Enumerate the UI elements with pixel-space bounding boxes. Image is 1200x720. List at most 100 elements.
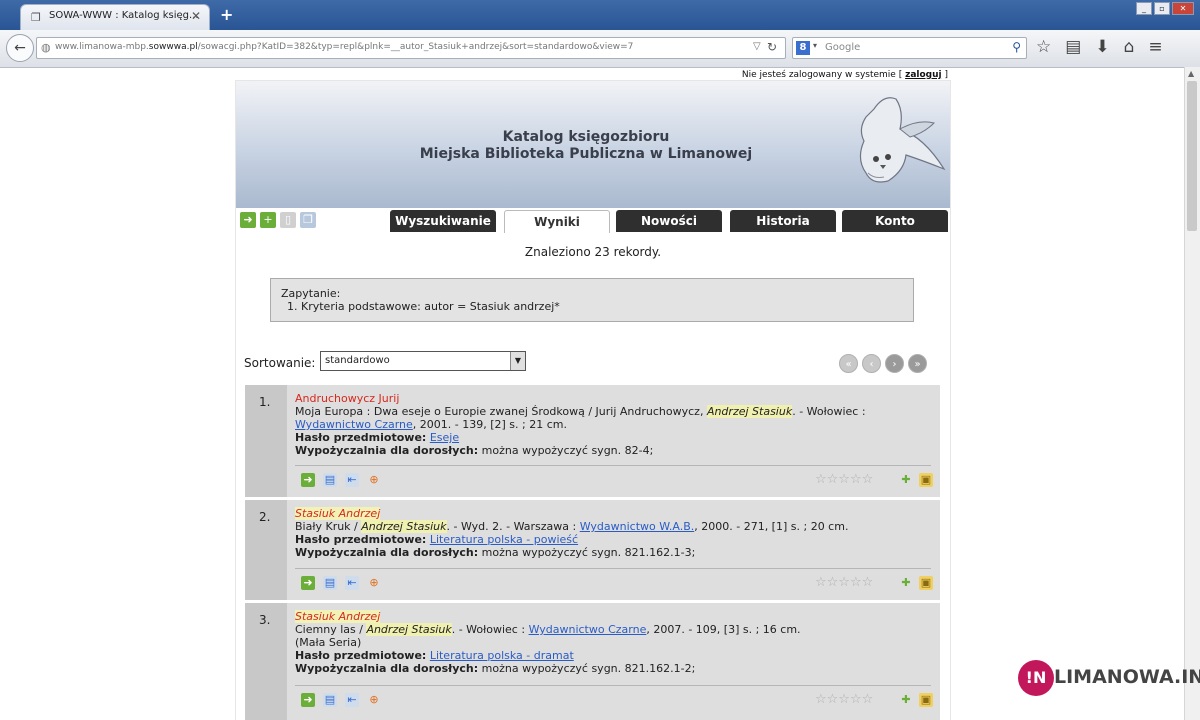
page-scrollbar[interactable]: ▲ [1184, 67, 1200, 720]
magnifier-icon[interactable]: ⊕ [367, 473, 381, 487]
reload-icon[interactable]: ↻ [767, 40, 777, 54]
first-page-icon[interactable]: « [839, 354, 858, 373]
search-icon[interactable]: ⚲ [1012, 40, 1021, 54]
search-placeholder: Google [825, 42, 861, 53]
tab-wyniki[interactable]: Wyniki [504, 210, 610, 233]
record-series: (Mała Seria) [295, 636, 362, 649]
owl-logo [859, 97, 946, 183]
next-page-icon[interactable]: › [885, 354, 904, 373]
export-icon[interactable]: ➜ [240, 212, 256, 228]
list-item: 2. Stasiuk Andrzej Biały Kruk / Andrzej … [245, 500, 940, 600]
prev-page-icon[interactable]: ‹ [862, 354, 881, 373]
tab-historia[interactable]: Historia [730, 210, 836, 232]
cart-icon[interactable]: ▣ [919, 473, 933, 487]
cart-icon[interactable]: ▣ [919, 576, 933, 590]
login-status: Nie jesteś zalogowany w systemie [ zalog… [742, 70, 948, 80]
record-author[interactable]: Andruchowycz Jurij [295, 392, 935, 405]
google-engine-icon[interactable]: 8 [796, 41, 810, 55]
url-bar[interactable]: ◍ www.limanowa-mbp.sowwwa.pl/sowacgi.php… [36, 37, 786, 59]
reading-list-icon[interactable]: ▤ [1065, 37, 1081, 57]
toolbar-icons: ☆ ▤ ⬇ ⌂ ≡ [1036, 37, 1163, 57]
scroll-thumb[interactable] [1187, 81, 1197, 231]
record-actions: ➜ ▤ ⇤ ⊕ [301, 693, 381, 707]
export-record-icon[interactable]: ➜ [301, 473, 315, 487]
export-record-icon[interactable]: ➜ [301, 576, 315, 590]
favorite-icon[interactable]: ✚ [899, 473, 913, 487]
cart-icon[interactable]: ▣ [919, 693, 933, 707]
record-number: 2. [259, 510, 271, 524]
sort-select[interactable]: standardowo ▼ [320, 351, 526, 371]
download-icon[interactable]: ⬇ [1095, 37, 1109, 57]
chevron-down-icon[interactable]: ▼ [510, 352, 525, 370]
record-actions: ➜ ▤ ⇤ ⊕ [301, 473, 381, 487]
back-button[interactable]: ← [6, 34, 34, 62]
query-label: Zapytanie: [281, 287, 341, 300]
maximize-button[interactable]: ▫ [1154, 2, 1170, 15]
query-box: Zapytanie: 1. Kryteria podstawowe: autor… [270, 278, 914, 322]
magnifier-icon[interactable]: ⊕ [367, 693, 381, 707]
star-rating-icon[interactable]: ☆☆☆☆☆ [815, 473, 873, 487]
publisher-link[interactable]: Wydawnictwo W.A.B. [580, 520, 695, 533]
publisher-link[interactable]: Wydawnictwo Czarne [529, 623, 647, 636]
divider [295, 685, 931, 686]
record-extra: ✚ ▣ [899, 473, 933, 487]
favorite-icon[interactable]: ✚ [899, 576, 913, 590]
reserve-icon[interactable]: ⇤ [345, 576, 359, 590]
menu-icon[interactable]: ≡ [1148, 37, 1162, 57]
record-extra: ✚ ▣ [899, 576, 933, 590]
subject-link[interactable]: Eseje [430, 431, 459, 444]
login-status-text: Nie jesteś zalogowany w systemie [ [741, 70, 903, 80]
tab-nowosci[interactable]: Nowości [616, 210, 722, 232]
copy-icon[interactable]: ❐ [300, 212, 316, 228]
record-author[interactable]: Stasiuk Andrzej [295, 610, 381, 623]
login-status-close: ] [944, 70, 948, 80]
document-icon[interactable]: ▤ [323, 576, 337, 590]
list-item: 1. Andruchowycz Jurij Moja Europa : Dwa … [245, 385, 940, 497]
record-actions: ➜ ▤ ⇤ ⊕ [301, 576, 381, 590]
tool-icons: ➜ + ▯ ❐ [240, 212, 316, 228]
title-line-2: Miejska Biblioteka Publiczna w Limanowej [419, 146, 753, 162]
search-bar[interactable]: 8 ▾ Google ⚲ [792, 37, 1027, 59]
document-icon[interactable]: ▤ [323, 473, 337, 487]
subject-link[interactable]: Literatura polska - powieść [430, 533, 578, 546]
pager: « ‹ › » [839, 354, 927, 373]
engine-dropdown-icon[interactable]: ▾ [813, 41, 817, 50]
magnifier-icon[interactable]: ⊕ [367, 576, 381, 590]
home-icon[interactable]: ⌂ [1124, 37, 1135, 57]
scroll-up-icon[interactable]: ▲ [1188, 69, 1194, 78]
star-rating-icon[interactable]: ☆☆☆☆☆ [815, 576, 873, 590]
favorite-icon[interactable]: ✚ [899, 693, 913, 707]
watermark-text: LIMANOWA.IN [1054, 666, 1200, 688]
star-rating-icon[interactable]: ☆☆☆☆☆ [815, 693, 873, 707]
watermark-badge: !N [1018, 660, 1054, 696]
tab-close-icon[interactable]: ✕ [191, 9, 201, 23]
add-icon[interactable]: + [260, 212, 276, 228]
record-body: Andruchowycz Jurij Moja Europa : Dwa ese… [295, 392, 935, 457]
last-page-icon[interactable]: » [908, 354, 927, 373]
catalog-page: Katalog księgozbioru Miejska Biblioteka … [236, 81, 950, 720]
browser-titlebar: ❐ SOWA-WWW : Katalog księg... ✕ + _ ▫ ✕ [0, 0, 1200, 30]
page-icon[interactable]: ▯ [280, 212, 296, 228]
record-number: 1. [259, 395, 271, 409]
new-tab-icon[interactable]: + [220, 5, 233, 24]
export-record-icon[interactable]: ➜ [301, 693, 315, 707]
bookmark-star-icon[interactable]: ☆ [1036, 37, 1051, 57]
query-text: 1. Kryteria podstawowe: autor = Stasiuk … [287, 300, 560, 313]
publisher-link[interactable]: Wydawnictwo Czarne [295, 418, 413, 431]
record-number: 3. [259, 613, 271, 627]
reserve-icon[interactable]: ⇤ [345, 473, 359, 487]
record-author[interactable]: Stasiuk Andrzej [295, 507, 381, 520]
login-link[interactable]: zaloguj [905, 70, 942, 80]
tab-konto[interactable]: Konto [842, 210, 948, 232]
subject-link[interactable]: Literatura polska - dramat [430, 649, 574, 662]
tab-favicon-icon: ❐ [31, 11, 41, 24]
url-dropdown-icon[interactable]: ▽ [753, 41, 761, 52]
minimize-button[interactable]: _ [1136, 2, 1152, 15]
record-extra: ✚ ▣ [899, 693, 933, 707]
tab-wyszukiwanie[interactable]: Wyszukiwanie [390, 210, 496, 232]
browser-tab[interactable]: ❐ SOWA-WWW : Katalog księg... ✕ [20, 4, 210, 30]
reserve-icon[interactable]: ⇤ [345, 693, 359, 707]
close-window-button[interactable]: ✕ [1172, 2, 1194, 15]
divider [295, 568, 931, 569]
document-icon[interactable]: ▤ [323, 693, 337, 707]
